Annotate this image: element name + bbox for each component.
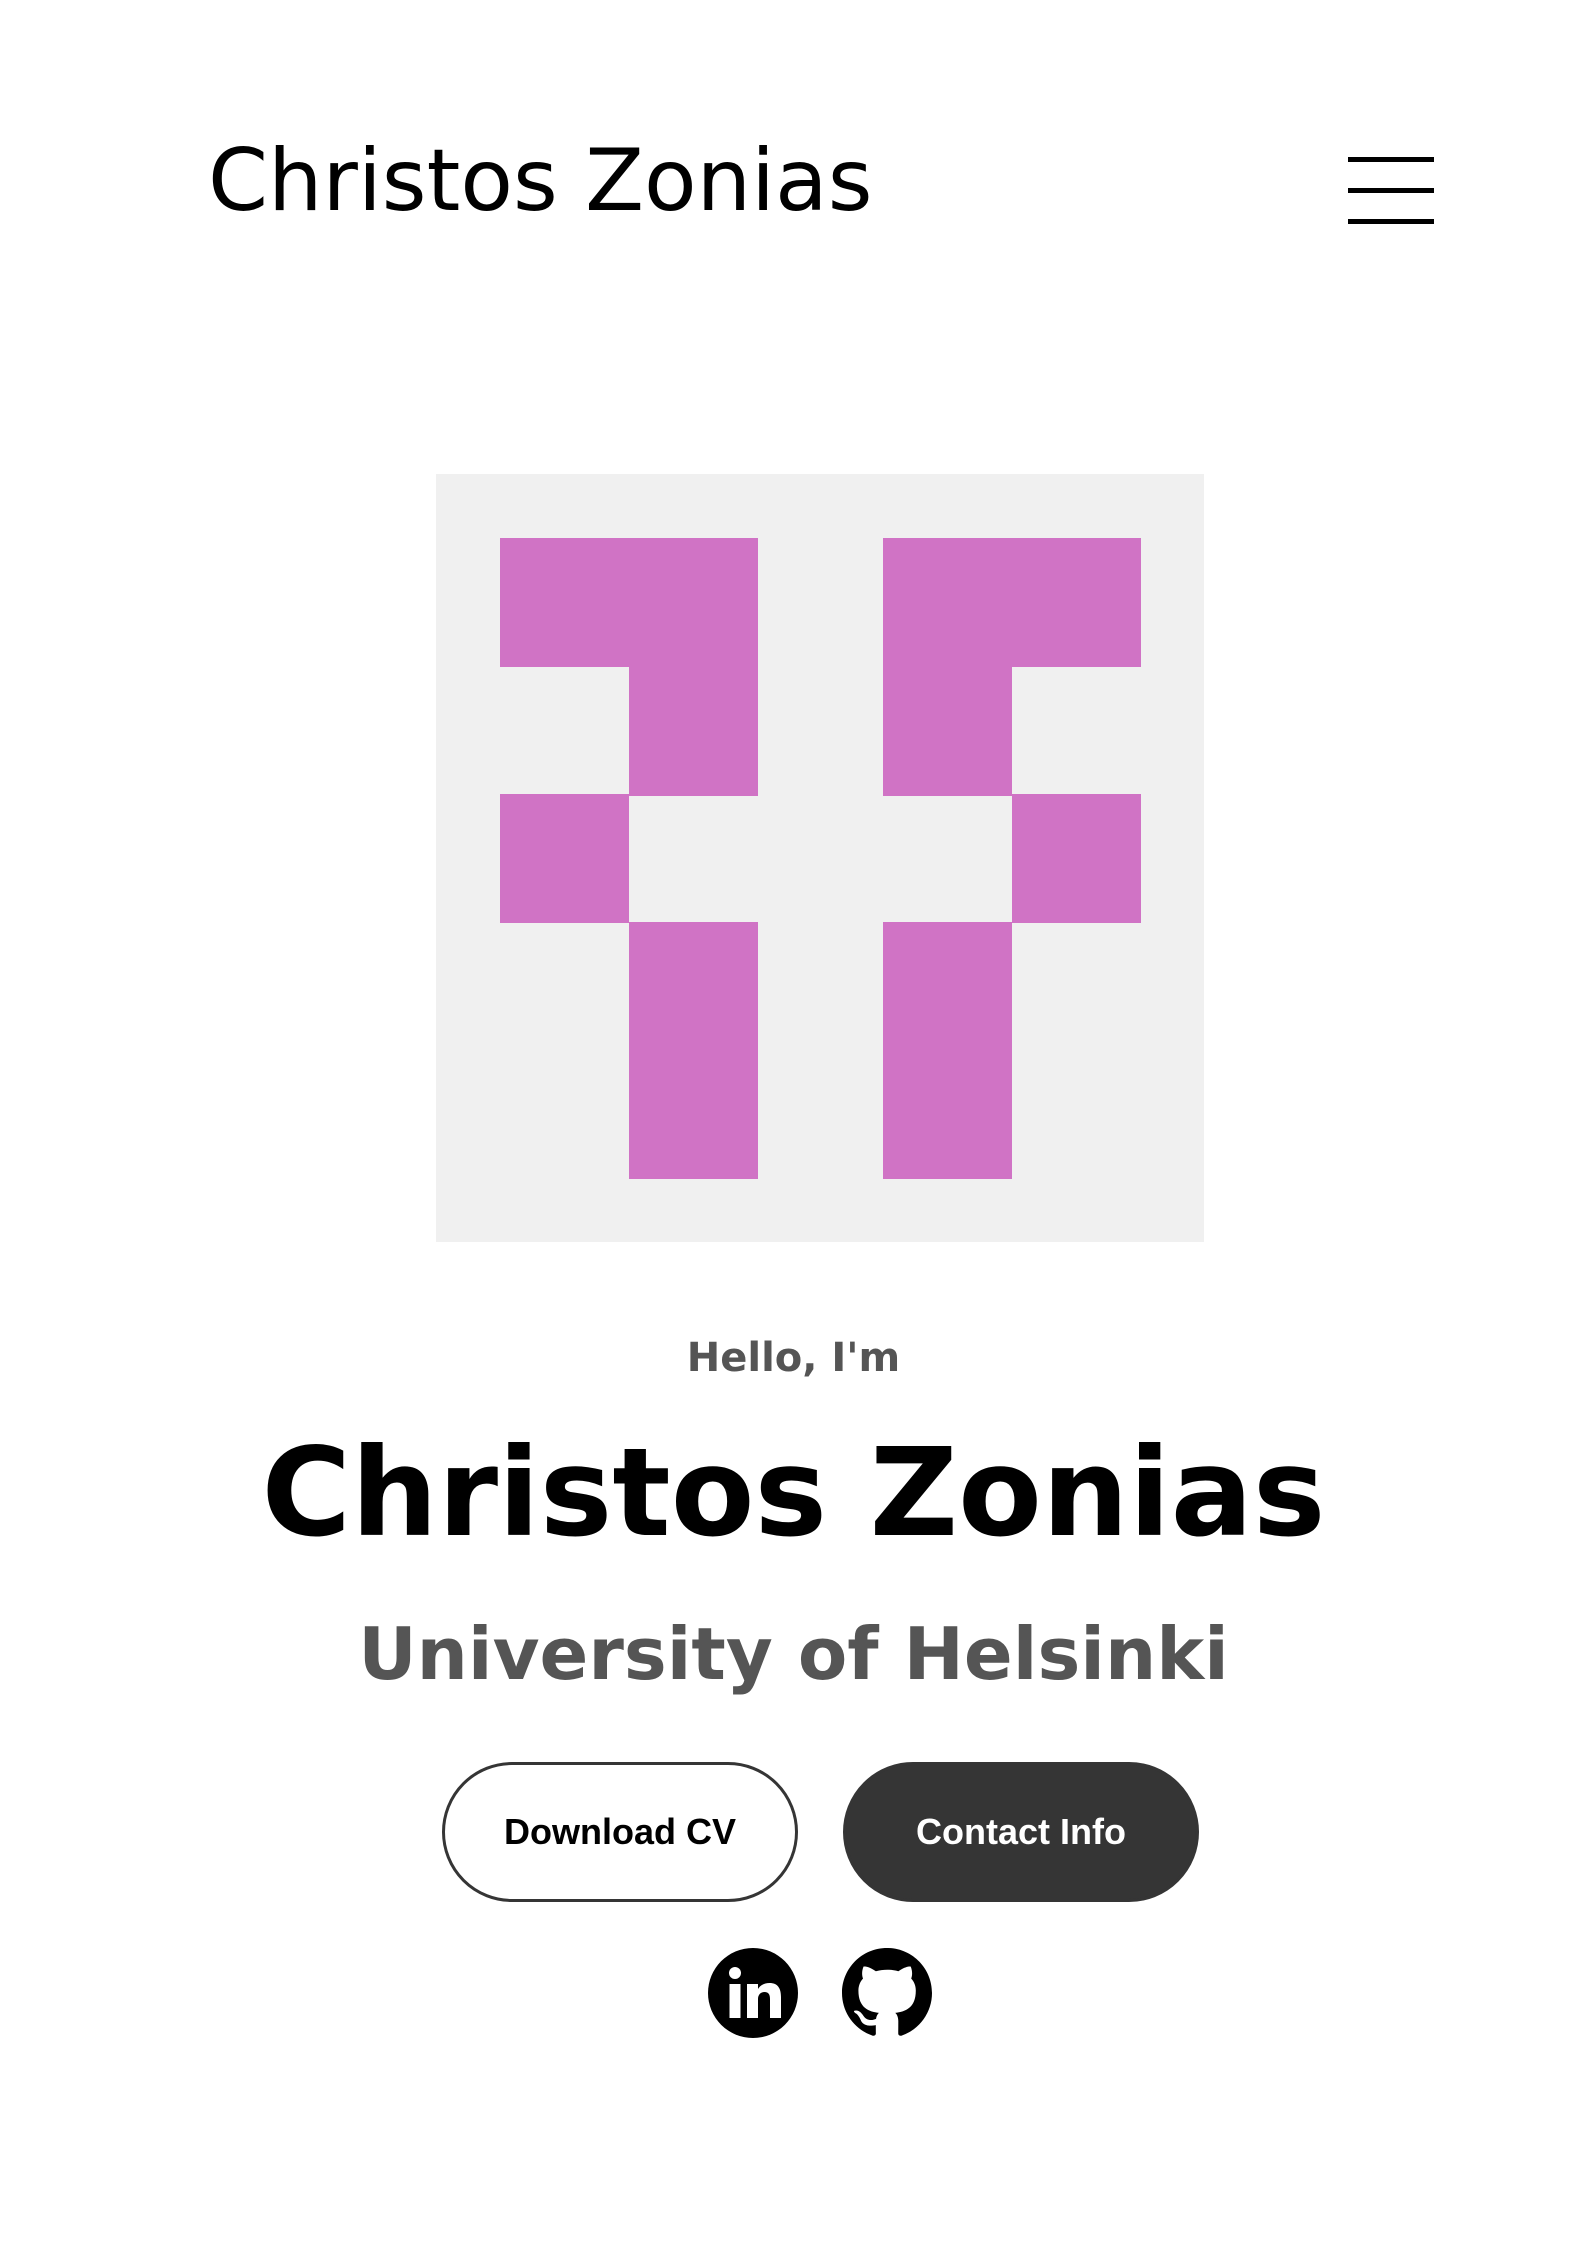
avatar-pixel: [883, 667, 1012, 796]
avatar-pixel: [629, 922, 758, 1051]
page: Christos Zonias Hello, I'm Christos Zoni…: [0, 0, 1587, 2245]
greeting-text: Hello, I'm: [686, 1335, 901, 1381]
github-icon[interactable]: [842, 1948, 932, 2038]
github-icon-graphic: [842, 1948, 932, 2036]
avatar-pixel: [1012, 794, 1141, 923]
profile-name: Christos Zonias: [261, 1422, 1326, 1564]
menu-line: [1348, 157, 1434, 162]
avatar-pixel: [500, 794, 629, 923]
menu-line: [1348, 219, 1434, 224]
avatar-pixel: [883, 538, 1012, 667]
avatar-pixel: [629, 538, 758, 667]
menu-line: [1348, 188, 1434, 193]
avatar-pixel: [500, 538, 629, 667]
avatar-pixel: [883, 922, 1012, 1051]
linkedin-icon[interactable]: [708, 1948, 798, 2038]
avatar-pixel: [1012, 538, 1141, 667]
linkedin-icon-graphic: [708, 1948, 798, 2038]
avatar-pixel: [629, 667, 758, 796]
profile-affiliation: University of Helsinki: [358, 1612, 1229, 1696]
profile-avatar: [436, 474, 1204, 1242]
avatar-pixel: [883, 1050, 1012, 1179]
hamburger-menu-icon[interactable]: [1348, 155, 1434, 225]
site-brand[interactable]: Christos Zonias: [208, 138, 873, 224]
contact-info-button[interactable]: Contact Info: [843, 1762, 1199, 1902]
avatar-pixel: [629, 1050, 758, 1179]
download-cv-button[interactable]: Download CV: [442, 1762, 798, 1902]
